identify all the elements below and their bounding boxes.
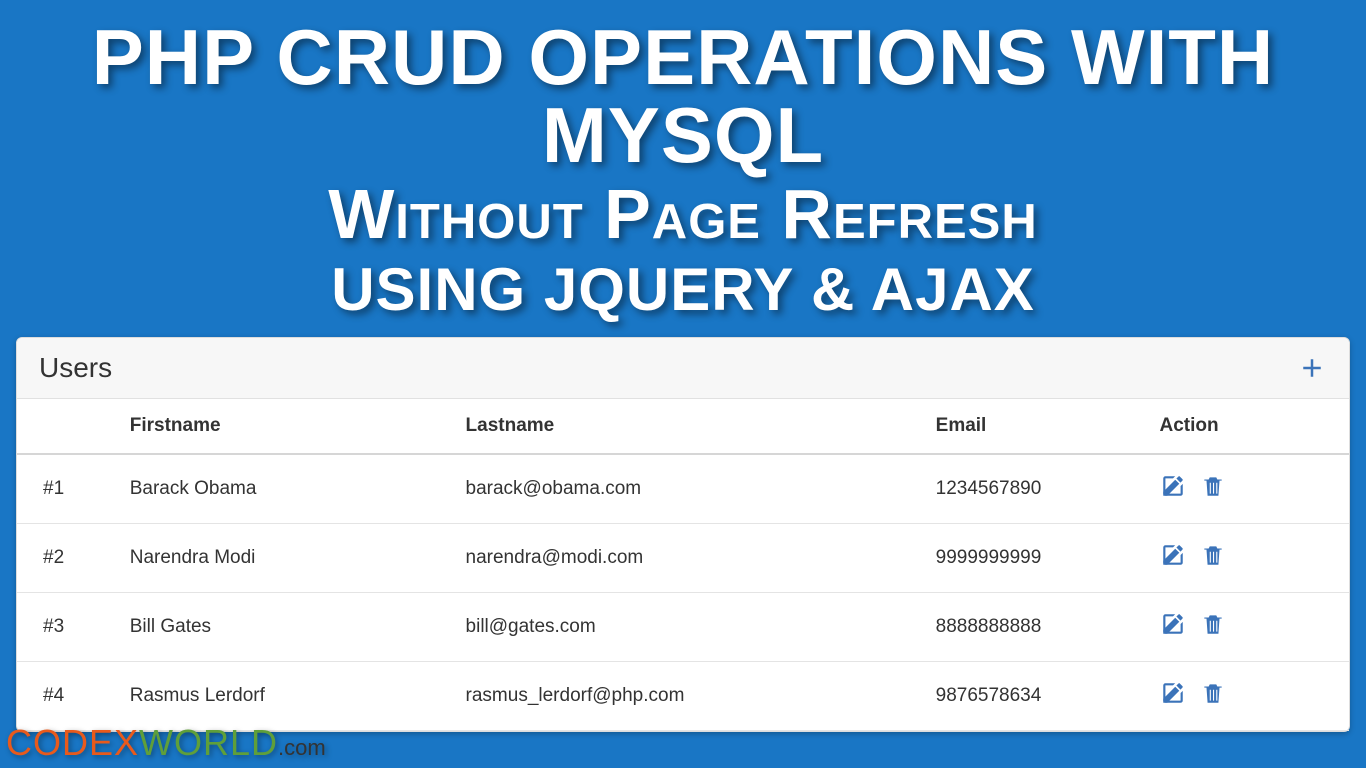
cell-firstname: Rasmus Lerdorf xyxy=(118,661,454,730)
cell-action xyxy=(1148,661,1350,730)
brand-logo: CODEXWORLD.com xyxy=(6,722,326,764)
delete-button[interactable] xyxy=(1200,542,1226,574)
cell-index: #4 xyxy=(17,661,118,730)
edit-icon xyxy=(1160,542,1186,574)
cell-index: #3 xyxy=(17,592,118,661)
cell-firstname: Narendra Modi xyxy=(118,523,454,592)
edit-icon xyxy=(1160,473,1186,505)
users-table: Firstname Lastname Email Action #1Barack… xyxy=(17,399,1349,731)
table-row: #2Narendra Modinarendra@modi.com99999999… xyxy=(17,523,1349,592)
col-header-index xyxy=(17,399,118,454)
trash-icon xyxy=(1200,473,1226,505)
cell-index: #1 xyxy=(17,454,118,524)
hero-banner: PHP CRUD OPERATIONS WITH MYSQL Without P… xyxy=(0,0,1366,321)
cell-email: 9999999999 xyxy=(924,523,1148,592)
cell-action xyxy=(1148,592,1350,661)
col-header-firstname: Firstname xyxy=(118,399,454,454)
cell-email: 8888888888 xyxy=(924,592,1148,661)
table-row: #3Bill Gatesbill@gates.com8888888888 xyxy=(17,592,1349,661)
cell-lastname: barack@obama.com xyxy=(454,454,924,524)
cell-firstname: Bill Gates xyxy=(118,592,454,661)
cell-lastname: rasmus_lerdorf@php.com xyxy=(454,661,924,730)
brand-part-1: CODEX xyxy=(6,722,139,763)
delete-button[interactable] xyxy=(1200,473,1226,505)
hero-title-2: Without Page Refresh xyxy=(0,178,1366,252)
edit-button[interactable] xyxy=(1160,611,1186,643)
panel-title: Users xyxy=(39,352,112,384)
table-row: #4Rasmus Lerdorfrasmus_lerdorf@php.com98… xyxy=(17,661,1349,730)
edit-icon xyxy=(1160,611,1186,643)
brand-part-3: .com xyxy=(278,735,326,760)
cell-action xyxy=(1148,523,1350,592)
hero-title-1: PHP CRUD OPERATIONS WITH MYSQL xyxy=(0,18,1366,174)
delete-button[interactable] xyxy=(1200,680,1226,712)
cell-lastname: narendra@modi.com xyxy=(454,523,924,592)
panel-header: Users xyxy=(17,338,1349,399)
hero-title-3: using jQuery & Ajax xyxy=(0,258,1366,321)
edit-button[interactable] xyxy=(1160,542,1186,574)
cell-action xyxy=(1148,454,1350,524)
table-row: #1Barack Obamabarack@obama.com1234567890 xyxy=(17,454,1349,524)
col-header-email: Email xyxy=(924,399,1148,454)
brand-part-2: WORLD xyxy=(139,722,278,763)
col-header-lastname: Lastname xyxy=(454,399,924,454)
trash-icon xyxy=(1200,611,1226,643)
cell-firstname: Barack Obama xyxy=(118,454,454,524)
col-header-action: Action xyxy=(1148,399,1350,454)
edit-button[interactable] xyxy=(1160,680,1186,712)
delete-button[interactable] xyxy=(1200,611,1226,643)
trash-icon xyxy=(1200,680,1226,712)
edit-button[interactable] xyxy=(1160,473,1186,505)
cell-index: #2 xyxy=(17,523,118,592)
edit-icon xyxy=(1160,680,1186,712)
trash-icon xyxy=(1200,542,1226,574)
add-user-button[interactable] xyxy=(1297,353,1327,383)
cell-email: 1234567890 xyxy=(924,454,1148,524)
plus-icon xyxy=(1297,353,1327,383)
table-header-row: Firstname Lastname Email Action xyxy=(17,399,1349,454)
cell-email: 9876578634 xyxy=(924,661,1148,730)
users-panel: Users Firstname Lastname Email Action #1… xyxy=(16,337,1350,732)
cell-lastname: bill@gates.com xyxy=(454,592,924,661)
